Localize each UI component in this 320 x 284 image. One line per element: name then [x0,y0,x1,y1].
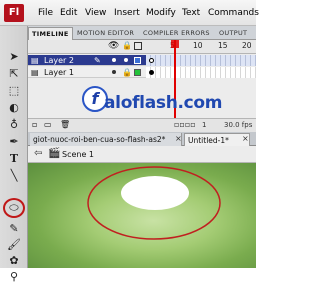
app-logo-icon: Fl [4,4,24,22]
frame-number: 20 [242,41,252,50]
layer-row-layer-1[interactable]: ▤ Layer 1 🔒 [28,67,256,78]
menu-view[interactable]: View [85,8,106,18]
playhead[interactable] [174,40,176,128]
stage-drawing [87,166,221,240]
free-transform-icon[interactable]: ⬚ [6,84,22,98]
delete-layer-icon[interactable]: 🗑 [60,120,70,129]
menu-file[interactable]: File [38,8,53,18]
layer-color-swatch[interactable] [134,69,141,76]
frame-number: 10 [193,41,203,50]
stage-canvas[interactable] [28,163,256,268]
onion-skin-icons[interactable]: ▫▫▫▫ [174,120,196,129]
pencil-edit-icon: ✎ [94,56,101,65]
tab-motion-editor[interactable]: MOTION EDITOR [74,27,137,40]
menu-modify[interactable]: Modify [146,8,176,18]
document-tab-active[interactable]: Untitled-1* [184,133,250,146]
scene-icon: 🎬 [48,148,61,159]
back-arrow-icon[interactable]: ⇦ [34,148,42,159]
keyframe-icon[interactable] [149,70,154,75]
menu-bar: Fl File Edit View Insert Modify Text Com… [0,0,259,26]
bone-icon[interactable]: ⚲ [6,270,22,284]
menu-commands[interactable]: Commands [208,8,259,18]
brush-icon[interactable]: 🖌 [6,238,22,252]
outline-icon[interactable] [134,42,142,50]
lock-icon[interactable]: 🔒 [122,41,132,50]
layer-icon: ▤ [31,56,39,65]
tab-compiler-errors[interactable]: COMPILER ERRORS [140,27,213,40]
scene-bar: ⇦ 🎬 Scene 1 [28,146,256,163]
pencil-icon[interactable]: ✎ [6,222,22,236]
deco-icon[interactable]: ✿ [6,254,22,268]
timeline-footer: ▫ ▭ 🗑 ▫▫▫▫ 1 30.0 fps [28,118,256,132]
3d-rotation-icon[interactable]: ◐ [6,101,22,115]
lasso-icon[interactable]: ♁ [6,118,22,132]
eye-icon[interactable]: 👁 [108,41,119,51]
layer-name: Layer 1 [44,68,74,77]
pen-icon[interactable]: ✒ [6,135,22,149]
scene-label[interactable]: Scene 1 [62,150,94,159]
layer-frames[interactable] [146,55,256,66]
menu-insert[interactable]: Insert [114,8,140,18]
frame-number: 15 [218,41,228,50]
keyframe-icon[interactable] [149,58,154,63]
white-oval-shape[interactable] [121,176,189,210]
timeline-panel: TIMELINE MOTION EDITOR COMPILER ERRORS O… [28,26,256,132]
lock-dot[interactable] [124,58,128,62]
layer-color-swatch[interactable] [134,57,141,64]
layer-name: Layer 2 [44,56,74,65]
new-folder-icon[interactable]: ▭ [44,120,52,129]
new-layer-icon[interactable]: ▫ [32,120,37,129]
layer-row-layer-2[interactable]: ▤ Layer 2 ✎ [28,55,256,66]
current-frame-value: 1 [202,121,207,129]
close-icon[interactable]: × [175,134,182,143]
document-tab-inactive[interactable]: giot-nuoc-roi-ben-cua-so-flash-as2* [30,133,182,146]
panel-tabs: TIMELINE MOTION EDITOR COMPILER ERRORS O… [28,26,256,40]
document-tab-label: giot-nuoc-roi-ben-cua-so-flash-as2* [33,135,166,144]
tools-panel: ➤ ⇱ ⬚ ◐ ♁ ✒ T ╲ ⬭ ✎ 🖌 ✿ ⚲ [0,26,28,283]
visibility-dot[interactable] [112,70,116,74]
tab-timeline[interactable]: TIMELINE [28,27,73,40]
subselect-icon[interactable]: ⇱ [6,67,22,81]
tab-output[interactable]: OUTPUT [216,27,250,40]
text-icon[interactable]: T [6,152,22,166]
menu-text[interactable]: Text [182,8,200,18]
layer-frames[interactable] [146,67,256,78]
fps-value: 30.0 fps [224,121,253,129]
arrow-icon[interactable]: ➤ [6,50,22,64]
document-tab-label: Untitled-1* [188,136,229,145]
close-icon[interactable]: × [242,134,249,143]
lock-icon[interactable]: 🔒 [122,67,132,78]
line-icon[interactable]: ╲ [6,169,22,183]
watermark-text: aloflash.com [104,93,223,113]
document-tabs: giot-nuoc-roi-ben-cua-so-flash-as2* × Un… [28,132,256,146]
layer-icon: ▤ [31,68,39,77]
menu-edit[interactable]: Edit [60,8,77,18]
visibility-dot[interactable] [112,58,116,62]
oval-icon[interactable]: ⬭ [6,201,22,215]
